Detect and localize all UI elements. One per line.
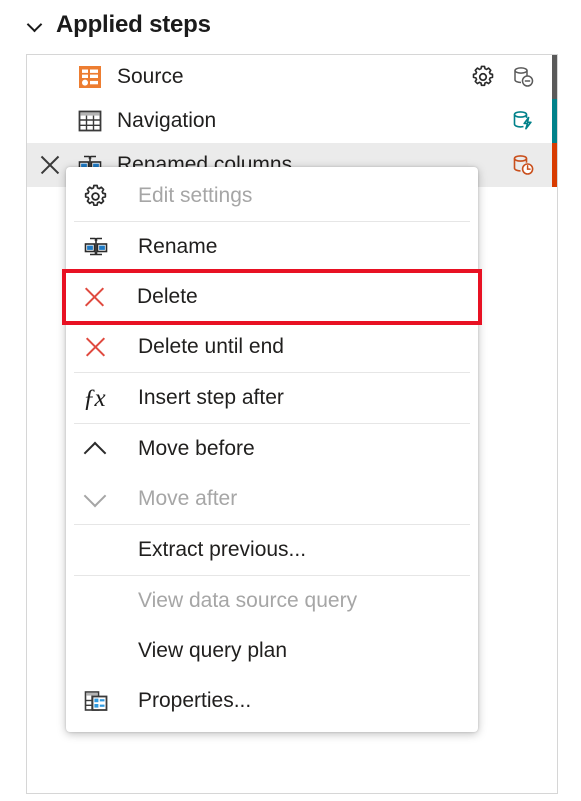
menu-item-label: Insert step after (138, 386, 284, 409)
menu-item-label: Delete until end (138, 335, 284, 358)
menu-item-edit-settings[interactable]: Edit settings (66, 171, 478, 221)
step-fold-status-bar (552, 143, 557, 187)
table-step-icon (75, 106, 105, 136)
step-row-actions (508, 99, 557, 143)
menu-item-delete[interactable]: Delete (62, 269, 482, 325)
menu-item-label: View query plan (138, 639, 288, 662)
menu-item-label: Move after (138, 487, 238, 510)
delete-x-icon (81, 284, 123, 310)
step-row-actions (508, 143, 557, 187)
menu-item-label: Edit settings (138, 184, 253, 207)
properties-icon (82, 687, 124, 715)
step-row-actions (468, 55, 557, 99)
chevron-up-icon (82, 439, 124, 459)
menu-item-insert-step-after[interactable]: ƒx Insert step after (66, 373, 478, 423)
applied-step-row-navigation[interactable]: Navigation (27, 99, 557, 143)
applied-step-label: Navigation (117, 109, 217, 132)
menu-item-label: Rename (138, 235, 218, 258)
step-fold-status-bar (552, 55, 557, 99)
applied-step-label: Source (117, 65, 184, 88)
step-fold-status-bar (552, 99, 557, 143)
menu-item-view-query-plan[interactable]: View query plan (66, 626, 478, 676)
menu-item-label: View data source query (138, 589, 358, 612)
menu-item-extract-previous[interactable]: Extract previous... (66, 525, 478, 575)
menu-item-properties[interactable]: Properties... (66, 676, 478, 726)
menu-item-label: Extract previous... (138, 538, 307, 561)
menu-item-rename[interactable]: Rename (66, 222, 478, 272)
rename-icon (82, 233, 124, 261)
fx-icon: ƒx (83, 384, 106, 412)
menu-item-label: Properties... (138, 689, 252, 712)
close-icon[interactable] (37, 152, 63, 178)
database-folding-icon[interactable] (508, 106, 538, 136)
page-title: Applied steps (56, 11, 211, 38)
chevron-down-icon (82, 489, 124, 509)
source-step-icon (75, 62, 105, 92)
gear-icon (82, 183, 124, 210)
applied-step-row-source[interactable]: Source (27, 55, 557, 99)
menu-item-move-after[interactable]: Move after (66, 474, 478, 524)
database-pending-icon[interactable] (508, 150, 538, 180)
database-unsupported-icon[interactable] (508, 62, 538, 92)
chevron-down-icon[interactable] (26, 16, 44, 34)
menu-item-delete-until-end[interactable]: Delete until end (66, 322, 478, 372)
menu-item-view-data-source-query[interactable]: View data source query (66, 576, 478, 626)
applied-steps-header[interactable]: Applied steps (26, 4, 211, 46)
menu-item-label: Move before (138, 437, 255, 460)
menu-item-label: Delete (137, 285, 198, 308)
gear-icon[interactable] (468, 62, 498, 92)
applied-step-context-menu: Edit settings Rename Delete Delete until… (62, 167, 482, 732)
delete-x-icon (82, 334, 124, 360)
menu-item-move-before[interactable]: Move before (66, 424, 478, 474)
